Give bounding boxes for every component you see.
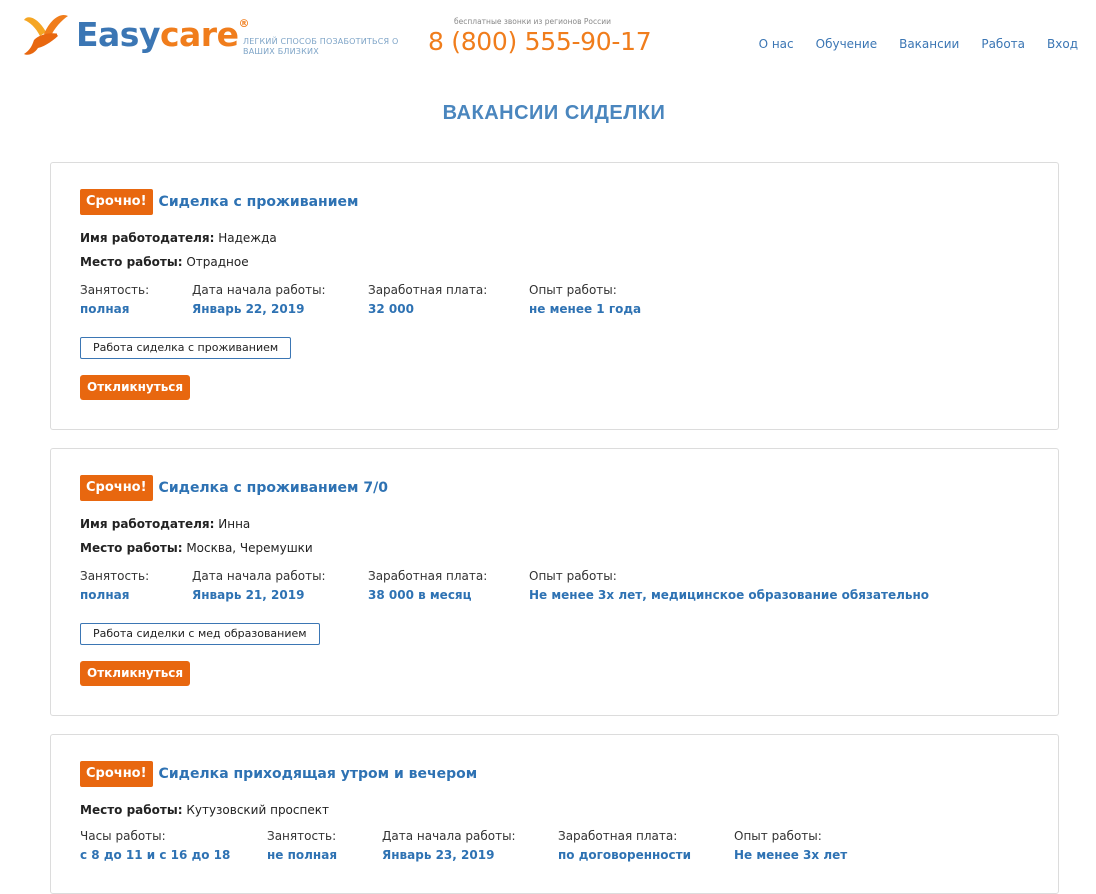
detail-start-date: Дата начала работы: Январь 23, 2019 bbox=[382, 829, 516, 862]
respond-button[interactable]: Откликнуться bbox=[80, 661, 191, 686]
detail-employment: Занятость: не полная bbox=[267, 829, 338, 862]
detail-employment: Занятость: полная bbox=[80, 569, 150, 602]
vacancy-card: Срочно! Сиделка с проживанием 7/0 Имя ра… bbox=[50, 448, 1059, 716]
detail-salary: Заработная плата: 38 000 в месяц bbox=[368, 569, 488, 602]
employer-row: Имя работодателя: Инна bbox=[80, 517, 251, 531]
nav-login[interactable]: Вход bbox=[1047, 37, 1078, 51]
phone-note: бесплатные звонки из регионов России bbox=[454, 17, 611, 26]
vacancy-card: Срочно! Сиделка с проживанием Имя работо… bbox=[50, 162, 1059, 430]
detail-start-date: Дата начала работы: Январь 21, 2019 bbox=[192, 569, 326, 602]
respond-button[interactable]: Откликнуться bbox=[80, 375, 191, 400]
vacancy-details: Занятость: полная Дата начала работы: Янва… bbox=[80, 568, 1038, 604]
vacancy-title-link[interactable]: Сиделка с проживанием bbox=[159, 194, 359, 210]
place-row: Место работы: Москва, Черемушки bbox=[80, 541, 313, 555]
detail-experience: Опыт работы: не менее 1 года bbox=[529, 283, 642, 316]
vacancy-tag[interactable]: Работа сиделки с мед образованием bbox=[80, 623, 320, 645]
vacancy-details: Часы работы: с 8 до 11 и с 16 до 18 Занят… bbox=[80, 828, 1038, 864]
tagline: ЛЕГКИЙ СПОСОБ ПОЗАБОТИТЬСЯ О ВАШИХ БЛИЗК… bbox=[243, 37, 399, 56]
detail-salary: Заработная плата: 32 000 bbox=[368, 283, 488, 316]
detail-hours: Часы работы: с 8 до 11 и с 16 до 18 bbox=[80, 829, 231, 862]
nav-training[interactable]: Обучение bbox=[816, 37, 877, 51]
vacancy-tag[interactable]: Работа сиделка с проживанием bbox=[80, 337, 292, 359]
logo-link[interactable]: Easycare® bbox=[20, 10, 249, 58]
main-nav: О нас Обучение Вакансии Работа Вход bbox=[759, 37, 1078, 51]
phone-link[interactable]: 8 (800) 555-90-17 bbox=[428, 27, 652, 56]
nav-about[interactable]: О нас bbox=[759, 37, 794, 51]
detail-experience: Опыт работы: Не менее 3х лет, медицинское… bbox=[529, 569, 930, 602]
detail-salary: Заработная плата: по договоренности bbox=[558, 829, 692, 862]
site-header: Easycare® ЛЕГКИЙ СПОСОБ ПОЗАБОТИТЬСЯ О В… bbox=[0, 0, 1096, 80]
page-title: ВАКАНСИИ СИДЕЛКИ bbox=[442, 102, 666, 124]
nav-vacancies[interactable]: Вакансии bbox=[899, 37, 959, 51]
urgent-badge: Срочно! bbox=[80, 475, 153, 501]
place-row: Место работы: Отрадное bbox=[80, 255, 249, 269]
detail-employment: Занятость: полная bbox=[80, 283, 150, 316]
vacancy-card: Срочно! Сиделка приходящая утром и вечер… bbox=[50, 734, 1059, 894]
urgent-badge: Срочно! bbox=[80, 761, 153, 787]
urgent-badge: Срочно! bbox=[80, 189, 153, 215]
detail-start-date: Дата начала работы: Январь 22, 2019 bbox=[192, 283, 326, 316]
logo-wordmark: Easycare® bbox=[76, 14, 249, 54]
detail-experience: Опыт работы: Не менее 3х лет bbox=[734, 829, 848, 862]
employer-row: Имя работодателя: Надежда bbox=[80, 231, 277, 245]
nav-work[interactable]: Работа bbox=[981, 37, 1025, 51]
vacancy-title-link[interactable]: Сиделка приходящая утром и вечером bbox=[159, 766, 478, 782]
place-row: Место работы: Кутузовский проспект bbox=[80, 803, 329, 817]
vacancy-details: Занятость: полная Дата начала работы: Янва… bbox=[80, 282, 1038, 318]
bird-logo-icon bbox=[24, 14, 68, 55]
vacancy-title-link[interactable]: Сиделка с проживанием 7/0 bbox=[159, 480, 388, 496]
